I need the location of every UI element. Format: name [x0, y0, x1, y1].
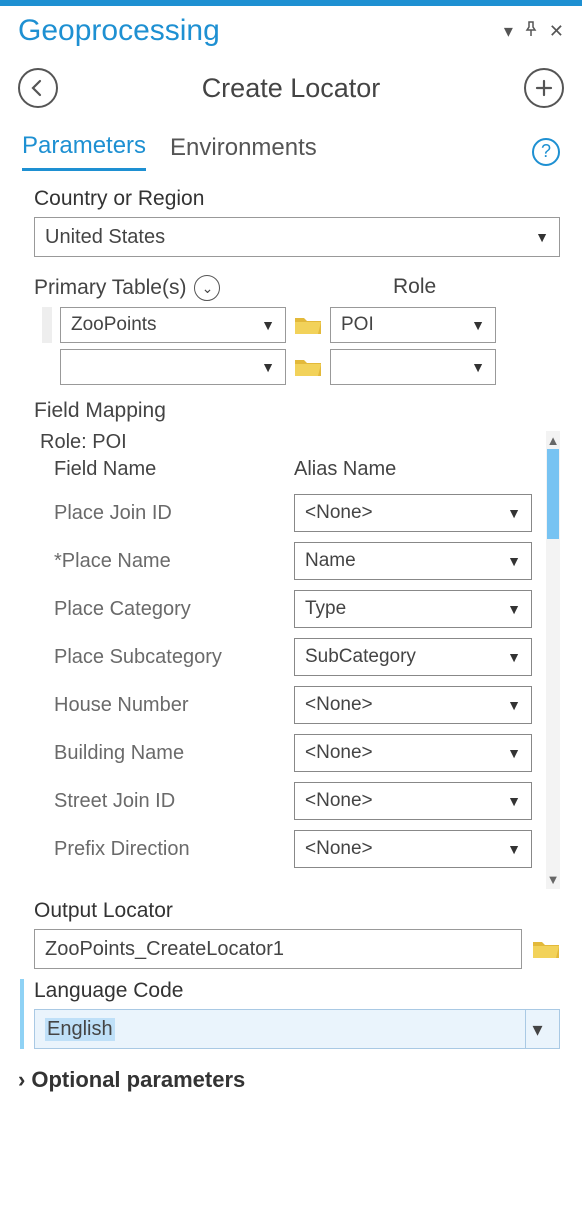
menu-dropdown-icon[interactable]: ▾ [504, 21, 513, 42]
field-mapping-columns: Field Name Alias Name [54, 458, 560, 481]
chevron-down-icon: ▼ [471, 359, 485, 375]
chevron-down-icon: ▼ [507, 553, 521, 569]
field-name: Place Category [54, 598, 294, 621]
output-locator-field: Output Locator ZooPoints_CreateLocator1 [34, 899, 560, 969]
country-field: Country or Region United States ▼ [34, 187, 560, 257]
chevron-down-icon: ▼ [507, 745, 521, 761]
field-name: Street Join ID [54, 790, 294, 813]
chevron-down-icon: ▼ [471, 317, 485, 333]
chevron-down-icon: ▼ [507, 649, 521, 665]
help-icon[interactable]: ? [532, 138, 560, 166]
col-field-name: Field Name [54, 458, 294, 481]
chevron-right-icon: › [18, 1067, 25, 1093]
tool-header-row: Create Locator [0, 48, 582, 122]
chevron-down-icon: ▼ [535, 229, 549, 245]
tool-title: Create Locator [58, 73, 524, 104]
alias-select[interactable]: Name▼ [294, 542, 532, 580]
browse-folder-icon[interactable] [294, 356, 322, 378]
list-item: House Number <None>▼ [54, 681, 560, 729]
chevron-down-icon: ▼ [507, 841, 521, 857]
list-item: Place Category Type▼ [54, 585, 560, 633]
tab-parameters[interactable]: Parameters [22, 132, 146, 171]
country-select[interactable]: United States ▼ [34, 217, 560, 257]
scroll-down-icon[interactable]: ▼ [547, 870, 560, 889]
primary-tables-rows: ZooPoints ▼ POI ▼ ▼ [34, 307, 560, 385]
primary-table-value: ZooPoints [71, 314, 157, 336]
language-code-field: Language Code English ▾ [20, 979, 560, 1049]
row-drag-handle[interactable] [42, 307, 52, 343]
field-mapping-list: Place Join ID <None>▼ *Place Name Name▼ … [54, 489, 560, 873]
parameters-form: Country or Region United States ▼ Primar… [0, 171, 582, 1093]
expand-primary-tables-icon[interactable]: ⌄ [194, 275, 220, 301]
role-label: Role [393, 275, 436, 299]
scrollbar-thumb[interactable] [547, 449, 559, 539]
output-locator-value: ZooPoints_CreateLocator1 [45, 938, 284, 961]
chevron-down-icon: ▼ [507, 601, 521, 617]
field-name: House Number [54, 694, 294, 717]
scroll-up-icon[interactable]: ▲ [547, 431, 560, 450]
role-select[interactable]: ▼ [330, 349, 496, 385]
role-value: POI [341, 314, 374, 336]
language-label: Language Code [34, 979, 560, 1003]
field-mapping-scroll-area: Role: POI Field Name Alias Name Place Jo… [34, 431, 560, 889]
panel-title: Geoprocessing [18, 14, 220, 48]
list-item: Street Join ID <None>▼ [54, 777, 560, 825]
table-row: ZooPoints ▼ POI ▼ [42, 307, 560, 343]
table-row: ▼ ▼ [42, 349, 560, 385]
browse-folder-icon[interactable] [532, 938, 560, 960]
list-item: Place Join ID <None>▼ [54, 489, 560, 537]
chevron-down-icon: ▼ [507, 793, 521, 809]
field-mapping-section: Field Mapping Role: POI Field Name Alias… [34, 399, 560, 889]
optional-parameters-label: Optional parameters [31, 1067, 245, 1093]
field-mapping-role: Role: POI [40, 431, 560, 454]
field-name: Place Subcategory [54, 646, 294, 669]
list-item: Building Name <None>▼ [54, 729, 560, 777]
field-name: Building Name [54, 742, 294, 765]
primary-table-select[interactable]: ▼ [60, 349, 286, 385]
alias-select[interactable]: <None>▼ [294, 830, 532, 868]
browse-folder-icon[interactable] [294, 314, 322, 336]
country-label: Country or Region [34, 187, 560, 211]
close-icon[interactable]: ✕ [549, 21, 564, 42]
add-tool-button[interactable] [524, 68, 564, 108]
pin-icon[interactable] [523, 21, 539, 42]
optional-parameters-toggle[interactable]: › Optional parameters [18, 1067, 560, 1093]
alias-select[interactable]: Type▼ [294, 590, 532, 628]
alias-select[interactable]: <None>▼ [294, 494, 532, 532]
panel-window-controls: ▾ ✕ [504, 21, 564, 42]
field-mapping-scrollbar[interactable]: ▲ ▼ [546, 431, 560, 889]
alias-select[interactable]: <None>▼ [294, 734, 532, 772]
primary-table-select[interactable]: ZooPoints ▼ [60, 307, 286, 343]
language-select[interactable]: English ▾ [34, 1009, 560, 1049]
chevron-down-icon: ▼ [507, 697, 521, 713]
chevron-down-icon: ▼ [261, 317, 275, 333]
primary-tables-header: Primary Table(s) ⌄ Role [34, 267, 560, 307]
output-locator-input[interactable]: ZooPoints_CreateLocator1 [34, 929, 522, 969]
col-alias-name: Alias Name [294, 458, 396, 481]
panel-header: Geoprocessing ▾ ✕ [0, 6, 582, 48]
primary-tables-label: Primary Table(s) [34, 276, 186, 300]
tab-bar: Parameters Environments ? [0, 122, 582, 171]
chevron-down-icon: ▼ [507, 505, 521, 521]
alias-select[interactable]: SubCategory▼ [294, 638, 532, 676]
field-mapping-label: Field Mapping [34, 399, 560, 423]
country-value: United States [45, 226, 165, 249]
geoprocessing-panel: Geoprocessing ▾ ✕ Create Locator Paramet… [0, 6, 582, 1093]
field-name: *Place Name [54, 550, 294, 573]
language-value: English [45, 1018, 115, 1041]
tab-environments[interactable]: Environments [170, 134, 317, 170]
alias-select[interactable]: <None>▼ [294, 686, 532, 724]
field-name: Place Join ID [54, 502, 294, 525]
back-button[interactable] [18, 68, 58, 108]
alias-select[interactable]: <None>▼ [294, 782, 532, 820]
role-select[interactable]: POI ▼ [330, 307, 496, 343]
list-item: Place Subcategory SubCategory▼ [54, 633, 560, 681]
field-name: Prefix Direction [54, 838, 294, 861]
chevron-down-icon: ▼ [261, 359, 275, 375]
output-locator-label: Output Locator [34, 899, 560, 923]
list-item: Prefix Direction <None>▼ [54, 825, 560, 873]
list-item: *Place Name Name▼ [54, 537, 560, 585]
chevron-down-icon[interactable]: ▾ [525, 1010, 549, 1048]
